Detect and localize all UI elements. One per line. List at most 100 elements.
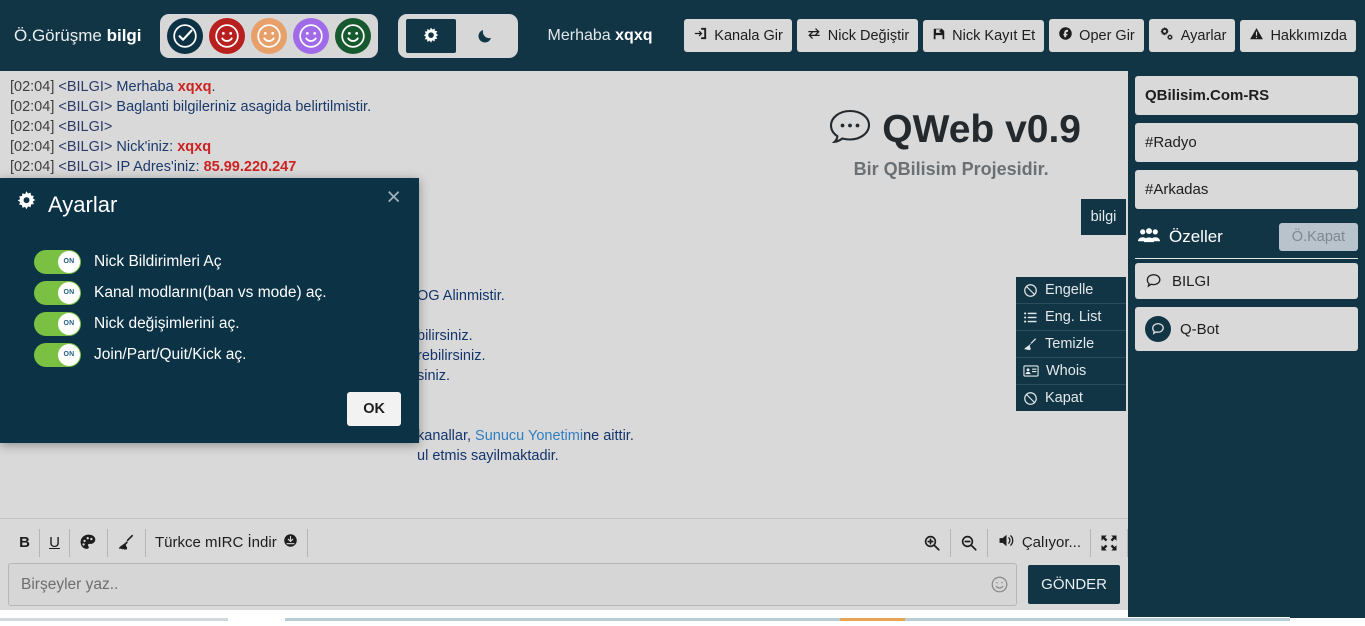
ok-button[interactable]: OK (347, 392, 401, 426)
toggle-switch-4[interactable]: ON (34, 342, 81, 367)
chat-source: <BILGI> (58, 159, 117, 175)
chat-text: ul etmis sayilmaktadir. (417, 448, 559, 464)
settings-modal-title: Ayarlar (15, 190, 117, 219)
red-smiley-icon[interactable] (208, 17, 245, 54)
sound-status[interactable]: Çalıyor... (988, 528, 1091, 557)
chat-line: [02:04] <BILGI> IP Adres'iniz: 85.99.220… (10, 157, 1118, 177)
context-menu-item-whois[interactable]: Whois (1016, 358, 1126, 385)
brand-prefix: Ö.Görüşme (14, 25, 107, 45)
context-menu-item-label: Temizle (1045, 336, 1095, 352)
chat-timestamp: [02:04] (10, 119, 59, 135)
smiley-icon[interactable] (982, 564, 1016, 605)
settings-toggle-row: ON Nick değişimlerini aç. (34, 310, 327, 337)
greeting-nick: xqxq (615, 26, 653, 44)
message-input[interactable] (9, 564, 983, 605)
sign-in-icon (693, 26, 708, 45)
settings-modal-title-text: Ayarlar (48, 191, 118, 217)
chat-line: ul etmis sayilmaktadir. (417, 446, 559, 466)
emoji-shortcut-group (159, 13, 378, 58)
chat-link[interactable]: Sunucu Yonetimi (475, 428, 583, 444)
channel-item-radyo[interactable]: #Radyo (1135, 123, 1358, 162)
toggle-state-label: ON (58, 343, 80, 366)
toggle-state-label: ON (58, 312, 80, 335)
check-smiley-icon[interactable] (166, 17, 203, 54)
theme-toggle-group (397, 13, 518, 58)
oper-login-label: Oper Gir (1079, 27, 1135, 44)
broom-icon[interactable] (108, 528, 146, 557)
ban-icon (1023, 391, 1038, 406)
save-icon (932, 27, 946, 45)
channel-item-qbilisim-com-rs[interactable]: QBilisim.Com-RS (1135, 76, 1358, 115)
chat-line: [02:04] <BILGI> Baglanti bilgileriniz as… (10, 97, 1118, 117)
moon-icon[interactable] (460, 19, 510, 53)
tab-bilgi[interactable]: bilgi (1081, 199, 1126, 235)
underline-button[interactable]: U (40, 528, 70, 557)
greeting: Merhaba xqxq (548, 27, 653, 45)
toggle-state-label: ON (58, 281, 80, 304)
users-header-label: Özeller (1138, 227, 1223, 248)
register-nick-label: Nick Kayıt Et (952, 27, 1036, 44)
join-channel-label: Kanala Gir (714, 27, 783, 44)
user-item-label: Q-Bot (1180, 320, 1220, 338)
mirc-download-link[interactable]: Türkce mIRC İndir (146, 528, 308, 557)
chat-line: siniz. (417, 366, 450, 386)
context-menu-item-label: Whois (1046, 363, 1087, 379)
chat-text: IP Adres'iniz: (116, 159, 204, 175)
toggle-label: Nick Bildirimleri Aç (94, 252, 222, 270)
list-icon (1023, 310, 1038, 325)
change-nick-button[interactable]: Nick Değiştir (796, 19, 919, 52)
toggle-switch-2[interactable]: ON (34, 280, 81, 305)
close-private-button[interactable]: Ö.Kapat (1278, 223, 1358, 251)
bold-button[interactable]: B (10, 528, 40, 557)
zoom-out-icon[interactable] (951, 528, 988, 557)
chat-text: 85.99.220.247 (203, 159, 297, 175)
close-icon[interactable]: × (380, 184, 407, 211)
context-menu-item-engelle[interactable]: Engelle (1016, 277, 1126, 304)
change-nick-label: Nick Değiştir (827, 27, 910, 44)
settings-toggle-list: ON Nick Bildirimleri Aç ON Kanal modlarını(… (34, 248, 327, 368)
context-menu-item-kapat[interactable]: Kapat (1016, 385, 1126, 411)
sound-status-label: Çalıyor... (1021, 534, 1081, 551)
toggle-switch-3[interactable]: ON (34, 311, 81, 336)
user-item-bilgi[interactable]: BILGI (1135, 263, 1358, 299)
expand-icon[interactable] (1091, 528, 1128, 557)
chat-line: rebilirsiniz. (417, 346, 486, 366)
context-menu-item-temizle[interactable]: Temizle (1016, 331, 1126, 358)
chat-text: siniz. (417, 368, 451, 384)
volume-icon (997, 532, 1016, 553)
send-button[interactable]: GÖNDER (1028, 565, 1120, 604)
context-menu-item-label: Kapat (1045, 390, 1083, 406)
exchange-icon (806, 26, 822, 45)
chat-text: . (211, 79, 216, 95)
users-header: Özeller Ö.Kapat (1135, 223, 1358, 259)
context-menu-item-label: Engelle (1045, 282, 1094, 298)
chat-timestamp: [02:04] (10, 139, 59, 155)
ban-icon (1023, 283, 1038, 298)
chat-line: bilirsiniz. (417, 326, 473, 346)
palette-icon[interactable] (70, 528, 108, 557)
green-smiley-icon[interactable] (334, 17, 371, 54)
sun-icon[interactable] (405, 18, 456, 53)
channel-item-arkadas[interactable]: #Arkadas (1135, 170, 1358, 209)
settings-button[interactable]: Ayarlar (1148, 19, 1236, 52)
key-icon (1058, 26, 1073, 45)
toggle-switch-1[interactable]: ON (34, 249, 81, 274)
chat-source: <BILGI> (58, 119, 117, 135)
join-channel-button[interactable]: Kanala Gir (684, 19, 792, 52)
orange-smiley-icon[interactable] (250, 17, 287, 54)
purple-smiley-icon[interactable] (292, 17, 329, 54)
chat-text: xqxq (177, 139, 212, 155)
chat-text: xqxq (177, 79, 212, 95)
bottom-strip (0, 610, 1365, 626)
user-item-q-bot[interactable]: Q-Bot (1135, 307, 1358, 351)
zoom-in-icon[interactable] (914, 528, 951, 557)
oper-login-button[interactable]: Oper Gir (1049, 19, 1144, 52)
settings-toggle-row: ON Join/Part/Quit/Kick aç. (34, 341, 327, 368)
chat-text: Merhaba (116, 79, 178, 95)
toggle-label: Kanal modlarını(ban vs mode) aç. (94, 283, 327, 301)
register-nick-button[interactable]: Nick Kayıt Et (923, 19, 1045, 52)
message-input-box[interactable] (8, 563, 1018, 606)
about-button[interactable]: Hakkımızda (1240, 19, 1356, 52)
context-menu-item-eng-list[interactable]: Eng. List (1016, 304, 1126, 331)
chat-text: OG Alinmistir. (417, 288, 505, 304)
